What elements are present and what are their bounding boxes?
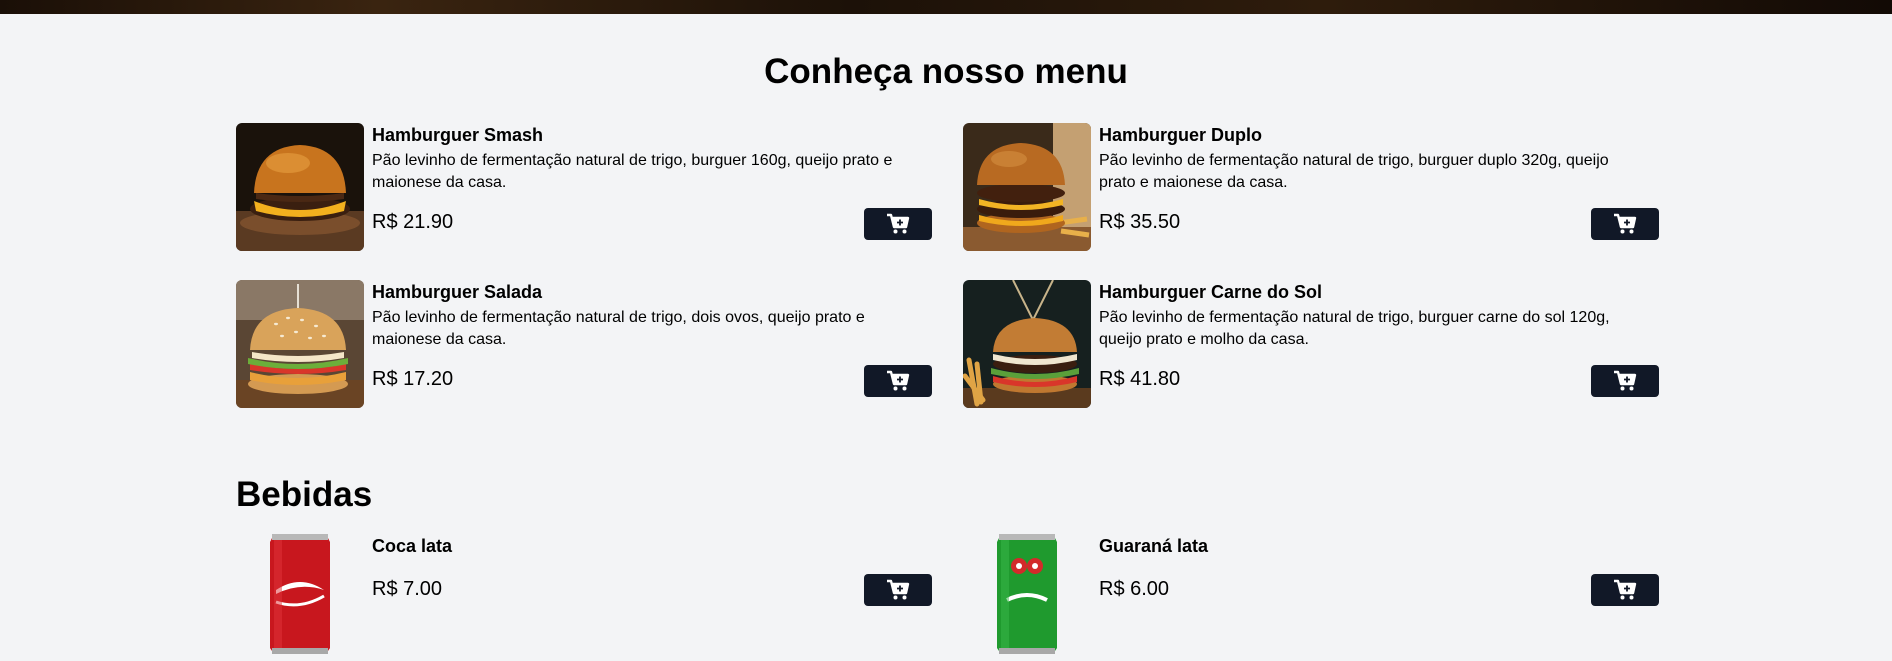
menu-item-smash: Hamburguer Smash Pão levinho de fermenta… (236, 123, 932, 251)
item-price: R$ 21.90 (372, 211, 454, 233)
item-price: R$ 35.50 (1099, 211, 1181, 233)
menu-item-coca-lata: Coca lata R$ 7.00 (236, 530, 932, 658)
item-price: R$ 6.00 (1099, 578, 1170, 600)
add-to-cart-button[interactable] (1591, 208, 1659, 240)
add-to-cart-button[interactable] (864, 208, 932, 240)
add-to-cart-button[interactable] (864, 365, 932, 397)
item-price: R$ 41.80 (1099, 368, 1181, 390)
menu-title: Conheça nosso menu (764, 52, 1128, 91)
item-name: Hamburguer Smash (372, 125, 544, 145)
cart-plus-icon (887, 213, 910, 234)
hero-banner-edge (0, 0, 1892, 14)
item-name: Coca lata (372, 536, 453, 556)
burger-salada-image (236, 280, 364, 408)
item-price: R$ 17.20 (372, 368, 454, 390)
item-name: Hamburguer Salada (372, 282, 543, 302)
drinks-section-title: Bebidas (236, 475, 373, 514)
burger-carne-do-sol-image (963, 280, 1091, 408)
cart-plus-icon (1614, 213, 1637, 234)
add-to-cart-button[interactable] (1591, 574, 1659, 606)
menu-item-guarana-lata: Guaraná lata R$ 6.00 (963, 530, 1659, 658)
menu-item-carne-do-sol: Hamburguer Carne do Sol Pão levinho de f… (963, 280, 1659, 408)
cart-plus-icon (1614, 579, 1637, 600)
item-price: R$ 7.00 (372, 578, 443, 600)
menu-item-duplo: Hamburguer Duplo Pão levinho de fermenta… (963, 123, 1659, 251)
item-description: Pão levinho de fermentação natural de tr… (372, 309, 865, 348)
guarana-can-image (963, 530, 1091, 658)
item-name: Hamburguer Carne do Sol (1099, 282, 1323, 302)
item-description: Pão levinho de fermentação natural de tr… (372, 152, 893, 191)
item-description: Pão levinho de fermentação natural de tr… (1099, 309, 1610, 348)
add-to-cart-button[interactable] (1591, 365, 1659, 397)
item-name: Hamburguer Duplo (1099, 125, 1263, 145)
item-name: Guaraná lata (1099, 536, 1209, 556)
item-description: Pão levinho de fermentação natural de tr… (1099, 152, 1609, 191)
coca-can-image (236, 530, 364, 658)
cart-plus-icon (1614, 370, 1637, 391)
add-to-cart-button[interactable] (864, 574, 932, 606)
burger-duplo-image (963, 123, 1091, 251)
cart-plus-icon (887, 370, 910, 391)
cart-plus-icon (887, 579, 910, 600)
menu-item-salada: Hamburguer Salada Pão levinho de ferment… (236, 280, 932, 408)
burger-smash-image (236, 123, 364, 251)
